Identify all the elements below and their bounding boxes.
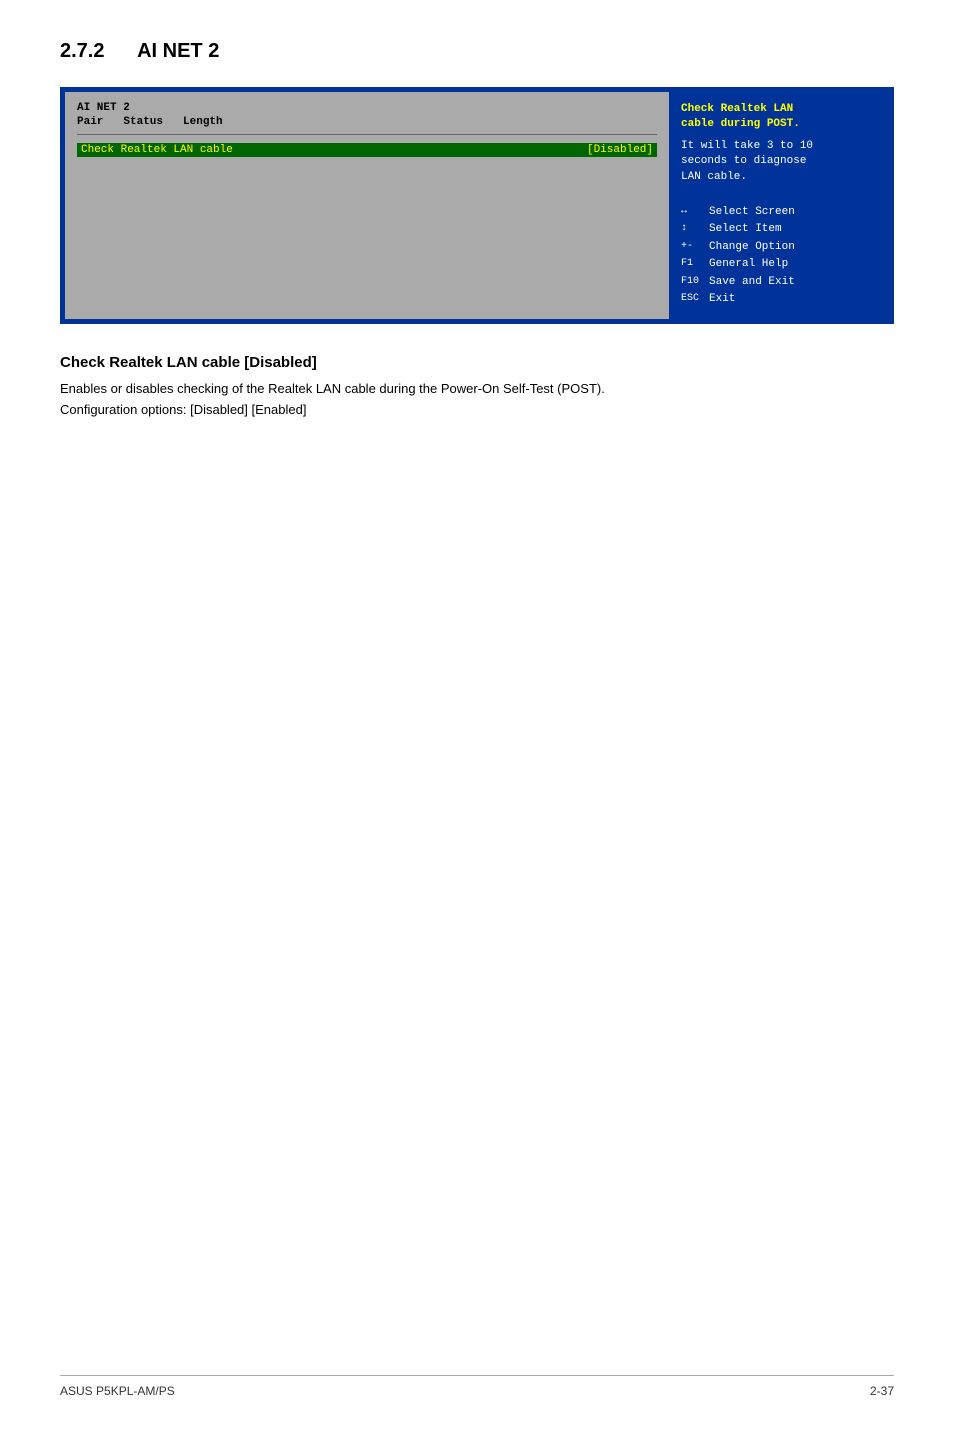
- menu-item-label: Check Realtek LAN cable: [81, 144, 233, 156]
- bios-column-headers: Pair Status Length: [77, 116, 657, 128]
- arrow-lr-icon: ↔: [681, 205, 709, 219]
- bios-left-panel: AI NET 2 Pair Status Length Check Realte…: [65, 92, 669, 319]
- f1-icon: F1: [681, 257, 709, 271]
- key-label-select-screen: Select Screen: [709, 205, 795, 220]
- bios-inner: AI NET 2 Pair Status Length Check Realte…: [65, 92, 889, 319]
- bios-left-header: AI NET 2: [77, 102, 657, 114]
- section-number: 2.7.2: [60, 40, 104, 62]
- key-row-change-option: +- Change Option: [681, 240, 877, 255]
- bios-divider: [77, 134, 657, 135]
- arrow-ud-icon: ↕: [681, 222, 709, 236]
- menu-item-value: [Disabled]: [587, 144, 653, 156]
- plus-minus-icon: +-: [681, 240, 709, 254]
- desc-paragraph2: Configuration options: [Disabled] [Enabl…: [60, 400, 894, 421]
- section-heading: AI NET 2: [137, 40, 219, 62]
- col-pair: Pair: [77, 116, 103, 128]
- bios-menu-item[interactable]: Check Realtek LAN cable [Disabled]: [77, 143, 657, 157]
- desc-title: Check Realtek LAN cable [Disabled]: [60, 354, 894, 371]
- bios-right-panel: Check Realtek LAN cable during POST. It …: [669, 92, 889, 319]
- key-label-f1: General Help: [709, 257, 788, 272]
- f10-icon: F10: [681, 275, 709, 289]
- col-status: Status: [123, 116, 163, 128]
- key-label-esc: Exit: [709, 292, 735, 307]
- page-container: 2.7.2 AI NET 2 AI NET 2 Pair Status Leng…: [0, 0, 954, 1438]
- key-row-select-screen: ↔ Select Screen: [681, 205, 877, 220]
- bios-screen: AI NET 2 Pair Status Length Check Realte…: [60, 87, 894, 324]
- bios-right-desc: It will take 3 to 10 seconds to diagnose…: [681, 139, 877, 185]
- key-row-select-item: ↕ Select Item: [681, 222, 877, 237]
- section-title: 2.7.2 AI NET 2: [60, 40, 894, 63]
- bios-key-legend: ↔ Select Screen ↕ Select Item +- Change …: [681, 205, 877, 307]
- description-section: Check Realtek LAN cable [Disabled] Enabl…: [60, 354, 894, 421]
- key-row-esc: ESC Exit: [681, 292, 877, 307]
- desc-body: Enables or disables checking of the Real…: [60, 379, 894, 421]
- bios-right-title: Check Realtek LAN cable during POST.: [681, 102, 877, 133]
- page-footer: ASUS P5KPL-AM/PS 2-37: [60, 1375, 894, 1398]
- footer-product-name: ASUS P5KPL-AM/PS: [60, 1384, 175, 1398]
- footer-page-number: 2-37: [870, 1384, 894, 1398]
- key-label-select-item: Select Item: [709, 222, 782, 237]
- key-row-f10: F10 Save and Exit: [681, 275, 877, 290]
- esc-icon: ESC: [681, 292, 709, 306]
- key-label-f10: Save and Exit: [709, 275, 795, 290]
- col-length: Length: [183, 116, 223, 128]
- key-label-change-option: Change Option: [709, 240, 795, 255]
- key-row-f1: F1 General Help: [681, 257, 877, 272]
- desc-paragraph1: Enables or disables checking of the Real…: [60, 379, 894, 400]
